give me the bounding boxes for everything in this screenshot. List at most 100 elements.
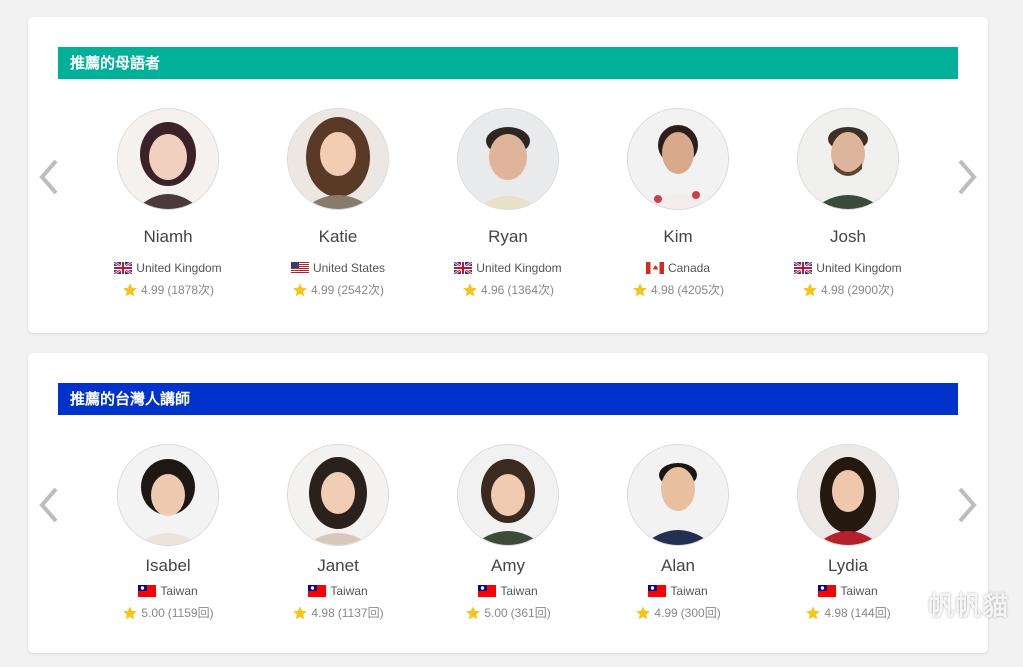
tutor-card[interactable]: Alan Taiwan 4.99 (300回) [593, 444, 763, 621]
native-section-title: 推薦的母語者 [58, 47, 958, 79]
tutor-country: Taiwan [83, 584, 253, 598]
tutor-avatar[interactable] [287, 444, 389, 546]
tutor-name[interactable]: Janet [253, 556, 423, 576]
rating-score: 4.99 [654, 605, 678, 620]
rating-count: (1878次) [167, 283, 215, 297]
tutor-card[interactable]: Lydia Taiwan 4.98 (144回) [763, 444, 933, 621]
tutor-card[interactable]: Josh United Kingdom 4.98 (2900次) [763, 108, 933, 298]
taiwan-prev-arrow[interactable] [36, 485, 64, 525]
tutor-card[interactable]: Ryan United Kingdom 4.96 (1364次) [423, 108, 593, 298]
rating-count: (144回) [850, 606, 891, 620]
star-icon [292, 605, 308, 621]
tutor-country-label: United Kingdom [136, 261, 222, 275]
rating-score: 4.99 [140, 282, 165, 297]
star-icon [635, 605, 651, 621]
tutor-name[interactable]: Alan [593, 556, 763, 576]
tutor-rating: 4.98 (144回) [763, 604, 933, 621]
star-icon [802, 282, 818, 298]
tutor-avatar[interactable] [797, 444, 899, 546]
tutor-country: Taiwan [593, 584, 763, 598]
canada-flag-icon [645, 262, 664, 274]
tutor-avatar[interactable] [627, 108, 729, 210]
tutor-country: Taiwan [253, 584, 423, 598]
native-prev-arrow[interactable] [36, 157, 64, 197]
rating-count: (361回) [510, 606, 551, 620]
tutor-avatar[interactable] [457, 444, 559, 546]
tutor-rating: 4.98 (4205次) [593, 281, 763, 298]
taiwan-flag-icon [138, 585, 157, 597]
star-icon [122, 605, 138, 621]
tutor-country: Canada [593, 261, 763, 275]
chevron-right-icon [958, 487, 977, 523]
uk-flag-icon [454, 262, 473, 274]
tutor-avatar[interactable] [457, 108, 559, 210]
rating-score: 4.98 [824, 605, 848, 620]
rating-score: 4.99 [310, 282, 335, 297]
rating-score: 5.00 [484, 605, 508, 620]
tutor-name[interactable]: Amy [423, 556, 593, 576]
tutor-name[interactable]: Katie [253, 227, 423, 247]
tutor-name[interactable]: Niamh [83, 227, 253, 247]
tutor-country-label: United States [312, 261, 386, 275]
tutor-card[interactable]: Isabel Taiwan 5.00 (1159回) [83, 444, 253, 621]
tutor-card[interactable]: Janet Taiwan 4.98 (1137回) [253, 444, 423, 621]
us-flag-icon [290, 262, 309, 274]
rating-score: 4.98 [650, 282, 675, 297]
rating-count: (1364次) [507, 283, 555, 297]
taiwanese-teachers-card: 推薦的台灣人講師 Isabel Taiwan 5.00 (1159回) Jane… [28, 353, 988, 653]
chevron-left-icon [39, 487, 58, 523]
tutor-name[interactable]: Josh [763, 227, 933, 247]
rating-count: (2900次) [847, 283, 895, 297]
tutor-card[interactable]: Katie United States 4.99 (2542次) [253, 108, 423, 298]
tutor-avatar[interactable] [117, 444, 219, 546]
star-icon [462, 282, 478, 298]
tutor-country-label: Taiwan [840, 584, 878, 598]
taiwan-flag-icon [478, 585, 497, 597]
tutor-country-label: Canada [667, 261, 711, 275]
star-icon [632, 282, 648, 298]
tutor-country: United Kingdom [763, 261, 933, 275]
tutor-country: United Kingdom [83, 261, 253, 275]
tutor-avatar[interactable] [287, 108, 389, 210]
rating-score: 4.96 [480, 282, 505, 297]
tutor-rating: 4.98 (2900次) [763, 281, 933, 298]
taiwan-next-arrow[interactable] [952, 485, 980, 525]
taiwan-section-title: 推薦的台灣人講師 [58, 383, 958, 415]
tutor-rating: 5.00 (361回) [423, 604, 593, 621]
star-icon [805, 605, 821, 621]
tutor-country-label: United Kingdom [476, 261, 562, 275]
uk-flag-icon [794, 262, 813, 274]
rating-count: (300回) [680, 606, 721, 620]
chevron-left-icon [39, 159, 58, 195]
tutor-rating: 4.99 (2542次) [253, 281, 423, 298]
chevron-right-icon [958, 159, 977, 195]
tutor-country-label: Taiwan [500, 584, 538, 598]
tutor-avatar[interactable] [117, 108, 219, 210]
tutor-country: Taiwan [423, 584, 593, 598]
taiwan-flag-icon [648, 585, 667, 597]
tutor-card[interactable]: Amy Taiwan 5.00 (361回) [423, 444, 593, 621]
tutor-avatar[interactable] [627, 444, 729, 546]
tutor-card[interactable]: Kim Canada 4.98 (4205次) [593, 108, 763, 298]
tutor-country-label: Taiwan [670, 584, 708, 598]
tutor-card[interactable]: Niamh United Kingdom 4.99 (1878次) [83, 108, 253, 298]
tutor-avatar[interactable] [797, 108, 899, 210]
taiwan-flag-icon [308, 585, 327, 597]
native-speakers-card: 推薦的母語者 Niamh United Kingdom 4.99 (1878次)… [28, 17, 988, 333]
tutor-name[interactable]: Isabel [83, 556, 253, 576]
rating-score: 5.00 [141, 605, 165, 620]
tutor-rating: 4.96 (1364次) [423, 281, 593, 298]
rating-count: (2542次) [337, 283, 385, 297]
tutor-rating: 5.00 (1159回) [83, 604, 253, 621]
tutor-country: United States [253, 261, 423, 275]
rating-score: 4.98 [311, 605, 335, 620]
tutor-name[interactable]: Kim [593, 227, 763, 247]
tutor-name[interactable]: Ryan [423, 227, 593, 247]
taiwan-flag-icon [818, 585, 837, 597]
tutor-country-label: United Kingdom [816, 261, 902, 275]
tutor-rating: 4.99 (300回) [593, 604, 763, 621]
native-next-arrow[interactable] [952, 157, 980, 197]
star-icon [465, 605, 481, 621]
tutor-rating: 4.98 (1137回) [253, 604, 423, 621]
tutor-name[interactable]: Lydia [763, 556, 933, 576]
